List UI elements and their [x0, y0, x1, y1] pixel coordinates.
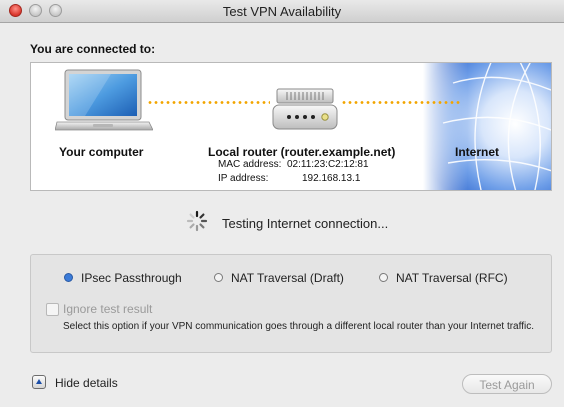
laptop-icon [55, 69, 153, 131]
radio-nat-traversal-rfc[interactable]: NAT Traversal (RFC) [379, 271, 508, 285]
radio-nat-traversal-draft[interactable]: NAT Traversal (Draft) [214, 271, 344, 285]
connection-line-router-internet [341, 101, 461, 104]
radio-label: IPsec Passthrough [81, 271, 182, 285]
router-icon [272, 88, 338, 130]
radio-label: NAT Traversal (Draft) [231, 271, 344, 285]
hide-details-label[interactable]: Hide details [55, 376, 118, 390]
mac-address-row: MAC address: 02:11:23:C2:12:81 [218, 159, 369, 170]
mac-address-value: 02:11:23:C2:12:81 [287, 159, 369, 170]
connection-line-computer-router [147, 101, 270, 104]
router-label: Local router (router.example.net) [208, 145, 396, 159]
vpn-test-window: Test VPN Availability You are connected … [0, 0, 564, 407]
globe-icon [423, 63, 551, 190]
title-bar: Test VPN Availability [0, 0, 564, 23]
connection-diagram: Your computer Local router (router.examp… [30, 62, 552, 191]
radio-icon [214, 273, 223, 283]
ip-address-value: 192.168.13.1 [302, 173, 361, 184]
radio-label: NAT Traversal (RFC) [396, 271, 508, 285]
radio-ipsec-passthrough[interactable]: IPsec Passthrough [64, 271, 182, 285]
spinner-icon [186, 210, 208, 232]
ignore-test-result-description: Select this option if your VPN communica… [63, 321, 534, 332]
ip-address-row: IP address: 192.168.13.1 [218, 173, 360, 184]
ip-address-key: IP address: [218, 173, 269, 184]
disclosure-triangle-icon[interactable] [32, 375, 46, 389]
mac-address-key: MAC address: [218, 159, 282, 170]
computer-label: Your computer [59, 145, 144, 159]
radio-icon [379, 273, 388, 283]
ignore-test-result-checkbox[interactable] [46, 303, 59, 316]
connected-heading: You are connected to: [30, 42, 156, 56]
test-again-button[interactable]: Test Again [462, 374, 552, 394]
ignore-test-result-label: Ignore test result [63, 302, 153, 316]
window-title: Test VPN Availability [222, 4, 342, 19]
status-text: Testing Internet connection... [222, 216, 389, 231]
radio-selected-icon [64, 273, 73, 283]
internet-label: Internet [455, 145, 500, 159]
